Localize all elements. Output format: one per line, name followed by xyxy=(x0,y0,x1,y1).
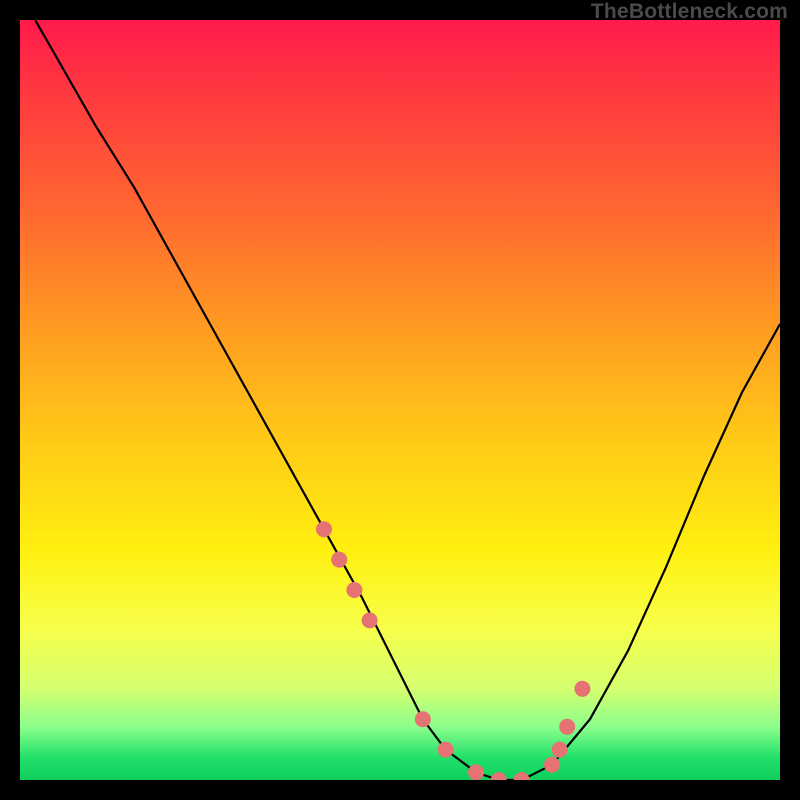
marker-point xyxy=(438,742,454,758)
marker-point xyxy=(552,742,568,758)
marker-point xyxy=(544,757,560,773)
marker-point xyxy=(316,521,332,537)
marker-point xyxy=(346,582,362,598)
plot-area xyxy=(20,20,780,780)
marker-point xyxy=(415,711,431,727)
marker-point xyxy=(468,764,484,780)
marker-point xyxy=(362,612,378,628)
chart-stage: TheBottleneck.com xyxy=(0,0,800,800)
markers-group xyxy=(316,521,590,780)
marker-point xyxy=(574,681,590,697)
marker-point xyxy=(491,772,507,780)
bottleneck-curve xyxy=(35,20,780,780)
marker-point xyxy=(514,772,530,780)
marker-point xyxy=(331,552,347,568)
marker-point xyxy=(559,719,575,735)
curve-svg xyxy=(20,20,780,780)
